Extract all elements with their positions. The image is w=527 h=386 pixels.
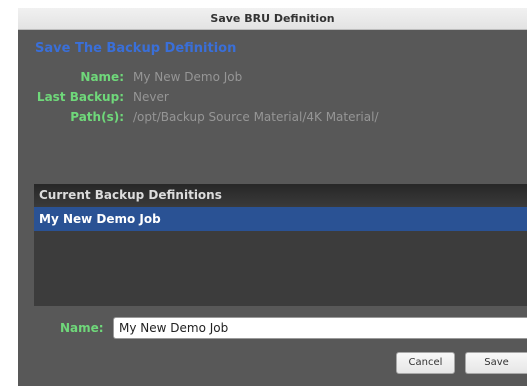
name-field-label: Name:	[60, 321, 104, 335]
name-info-value: My New Demo Job	[133, 70, 243, 84]
paths-value: /opt/Backup Source Material/4K Material/	[133, 110, 379, 124]
save-button[interactable]: Save	[465, 352, 527, 374]
list-item[interactable]: My New Demo Job	[34, 207, 527, 231]
section-heading: Save The Backup Definition	[35, 41, 237, 56]
last-backup-value: Never	[133, 90, 169, 104]
window-title: Save BRU Definition	[18, 8, 527, 30]
backup-definitions-list[interactable]: Current Backup Definitions My New Demo J…	[34, 184, 527, 306]
save-definition-dialog: Save BRU Definition Save The Backup Defi…	[18, 8, 527, 386]
cancel-button[interactable]: Cancel	[396, 352, 455, 374]
last-backup-label: Last Backup:	[36, 90, 124, 104]
name-input[interactable]	[113, 317, 527, 339]
list-header: Current Backup Definitions	[34, 184, 527, 207]
paths-label: Path(s):	[70, 110, 124, 124]
name-info-label: Name:	[80, 70, 124, 84]
